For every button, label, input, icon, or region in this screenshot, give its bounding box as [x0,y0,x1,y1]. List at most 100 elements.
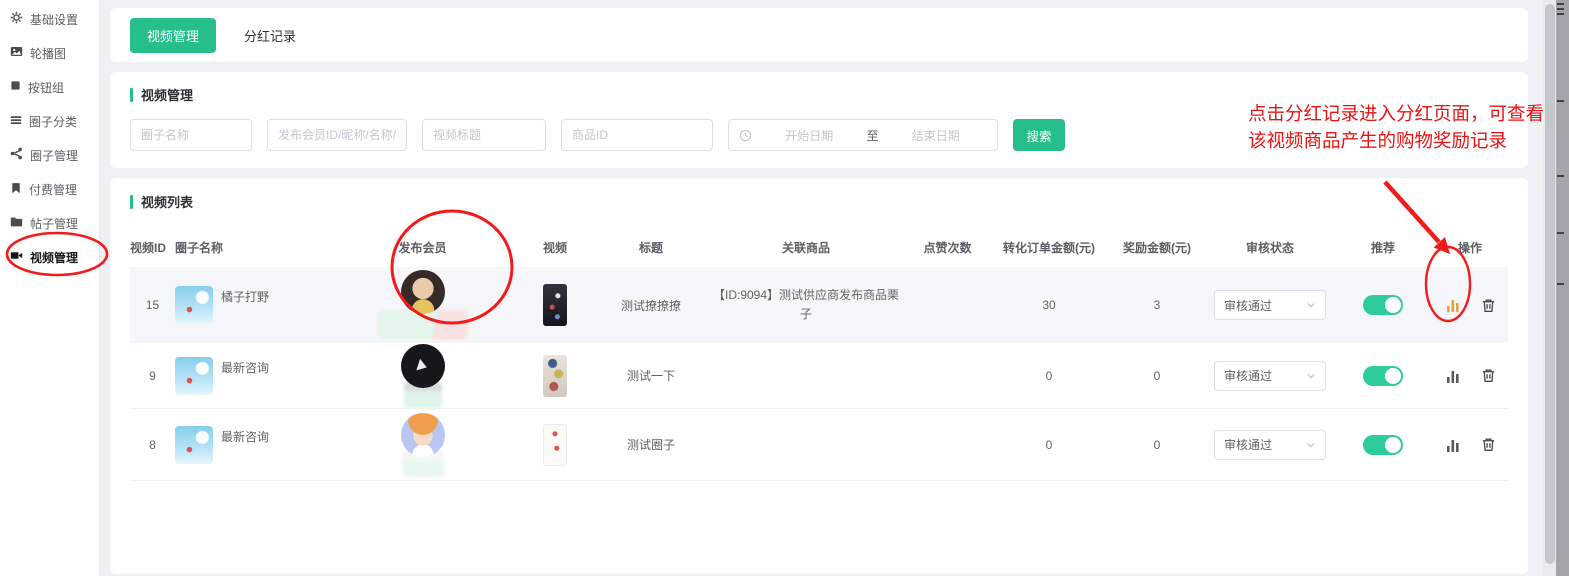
image-icon [10,45,23,61]
video-id: 8 [130,438,175,452]
sidebar-item-label: 帖子管理 [30,215,78,232]
trash-icon[interactable] [1481,368,1496,383]
search-button[interactable]: 搜索 [1013,119,1065,151]
actions-cell [1432,437,1508,453]
sidebar-item-label: 基础设置 [30,11,78,28]
video-title: 测试一下 [595,367,707,384]
clock-icon [739,129,752,142]
bookmark-icon [10,182,22,197]
video-icon [10,249,23,265]
date-range-picker[interactable]: 开始日期 至 结束日期 [728,119,998,151]
review-status-select[interactable]: 审核通过 [1214,430,1326,460]
order-amount: 0 [990,369,1108,383]
filter-section-title: 视频管理 [130,85,1508,104]
trash-icon[interactable] [1481,298,1496,313]
video-thumbnail[interactable] [543,424,567,466]
publisher-name-blurred [378,310,468,340]
square-icon [10,80,21,94]
recommend-cell [1334,435,1432,455]
col-header-likes: 点赞次数 [905,239,990,256]
recommend-toggle[interactable] [1363,435,1403,455]
video-id: 15 [130,298,175,312]
chevron-down-icon [1306,300,1316,310]
window-edge-strip [1556,0,1569,576]
start-date-placeholder[interactable]: 开始日期 [758,127,861,144]
actions-cell [1432,297,1508,313]
table-header-row: 视频ID 圈子名称 发布会员 视频 标题 关联商品 点赞次数 转化订单金额(元)… [130,227,1508,267]
section-accent-bar [130,88,133,102]
trash-icon[interactable] [1481,437,1496,452]
vertical-scrollbar [1543,0,1556,576]
recommend-toggle[interactable] [1363,295,1403,315]
video-thumbnail[interactable] [543,284,567,326]
end-date-placeholder[interactable]: 结束日期 [885,127,988,144]
table-row: 9 最新咨询 测试一下 0 0 审核通过 [130,343,1508,409]
section-accent-bar [130,195,133,209]
tabs-bar: 视频管理 分红记录 [110,8,1528,62]
col-header-recommend: 推荐 [1334,239,1432,256]
sidebar-item-post-management[interactable]: 帖子管理 [0,206,99,240]
sidebar-item-circle-management[interactable]: 圈子管理 [0,138,99,172]
video-cell [515,284,595,326]
sidebar-item-label: 圈子分类 [29,113,77,130]
publisher-input[interactable] [267,119,407,151]
circle-cell: 最新咨询 [175,426,330,464]
col-header-product: 关联商品 [707,239,905,256]
circle-thumbnail [175,426,213,464]
reward-amount: 3 [1108,298,1206,312]
reward-amount: 0 [1108,369,1206,383]
sidebar-item-button-group[interactable]: 按钮组 [0,70,99,104]
filter-row: 开始日期 至 结束日期 搜索 [130,119,1508,151]
table-section-title: 视频列表 [130,192,1508,211]
video-title-input[interactable] [422,119,546,151]
review-status-select[interactable]: 审核通过 [1214,361,1326,391]
sidebar-item-label: 轮播图 [30,45,66,62]
chevron-down-icon [1306,371,1316,381]
review-status-select[interactable]: 审核通过 [1214,290,1326,320]
col-header-actions: 操作 [1432,239,1508,256]
product-id-input[interactable] [561,119,713,151]
circle-name: 最新咨询 [221,359,269,376]
circle-name: 橘子打野 [221,288,269,305]
recommend-toggle[interactable] [1363,366,1403,386]
linked-product: 【ID:9094】测试供应商发布商品栗子 [707,286,905,324]
col-header-circle-name: 圈子名称 [175,239,330,256]
reward-amount: 0 [1108,438,1206,452]
video-cell [515,355,595,397]
sidebar-item-circle-category[interactable]: 圈子分类 [0,104,99,138]
publisher-cell [330,270,515,340]
video-cell [515,424,595,466]
chart-icon[interactable] [1445,368,1461,384]
col-header-title: 标题 [595,239,707,256]
chart-icon[interactable] [1445,297,1461,313]
tab-dividend-records[interactable]: 分红记录 [244,26,296,45]
sidebar-item-payment-management[interactable]: 付费管理 [0,172,99,206]
sidebar-item-label: 按钮组 [28,79,64,96]
table-row: 8 最新咨询 测试圈子 0 0 审核通过 [130,409,1508,481]
share-icon [10,147,23,163]
col-header-video: 视频 [515,239,595,256]
folder-icon [10,215,23,231]
table-row: 15 橘子打野 测试撩撩撩 【ID:9094】测试供应商发布商品栗子 30 3 … [130,267,1508,343]
circle-cell: 最新咨询 [175,357,330,395]
scrollbar-thumb[interactable] [1545,4,1555,564]
recommend-cell [1334,295,1432,315]
video-list-panel: 视频列表 视频ID 圈子名称 发布会员 视频 标题 关联商品 点赞次数 转化订单… [110,178,1528,574]
sidebar-item-label: 付费管理 [29,181,77,198]
col-header-publisher: 发布会员 [330,239,515,256]
col-header-review-status: 审核状态 [1206,239,1334,256]
sidebar-item-carousel[interactable]: 轮播图 [0,36,99,70]
video-title: 测试撩撩撩 [595,297,707,314]
video-thumbnail[interactable] [543,355,567,397]
circle-name-input[interactable] [130,119,252,151]
list-icon [10,114,22,129]
toggle-knob [1385,368,1401,384]
sidebar-item-basic-settings[interactable]: 基础设置 [0,2,99,36]
publisher-avatar [401,270,445,314]
tab-video-management[interactable]: 视频管理 [130,18,216,53]
video-title: 测试圈子 [595,436,707,453]
actions-cell [1432,368,1508,384]
sidebar-item-video-management[interactable]: 视频管理 [0,240,99,274]
chart-icon[interactable] [1445,437,1461,453]
review-status-cell: 审核通过 [1206,430,1334,460]
